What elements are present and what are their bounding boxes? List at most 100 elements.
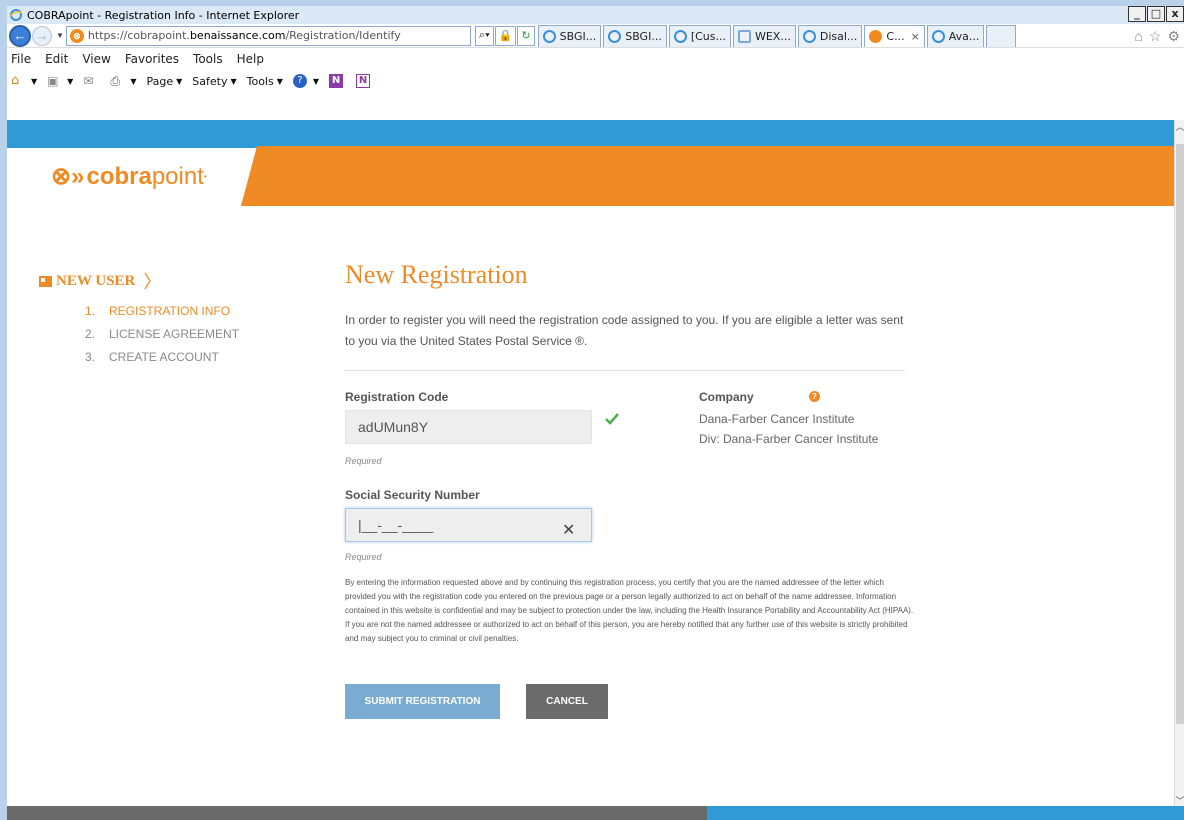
- tab-sbgi-1[interactable]: SBGI...: [537, 24, 602, 47]
- page-title: New Registration: [345, 260, 528, 289]
- refresh-icon[interactable]: ↻: [517, 25, 535, 46]
- ie-tab-icon: [931, 29, 945, 43]
- ie-tab-icon: [802, 29, 816, 43]
- clear-input-icon[interactable]: ✕: [562, 520, 575, 540]
- tab-cobrapoint[interactable]: C... ×: [864, 24, 925, 47]
- mail-icon: ✉: [83, 74, 94, 88]
- tools-menu-label: Tools: [246, 74, 274, 88]
- address-field[interactable]: ⊗ https://cobrapoint.benaissance.com/Reg…: [65, 25, 471, 46]
- company-help-icon[interactable]: ?: [809, 391, 820, 402]
- step-create-account: 3. CREATE ACCOUNT: [85, 350, 239, 373]
- help-button[interactable]: ? ▼: [292, 74, 319, 88]
- tab-label: SBGI...: [625, 29, 662, 43]
- logo-mark: ⊗»: [51, 163, 85, 190]
- tab-wex[interactable]: WEX...: [732, 24, 796, 47]
- ssn-input[interactable]: |__-__-____: [345, 508, 592, 542]
- scrollbar-thumb[interactable]: [1176, 144, 1184, 724]
- registration-code-label: Registration Code: [345, 390, 449, 404]
- chevron-right-icon: 〉: [143, 272, 162, 292]
- home-icon: ⌂: [11, 73, 20, 88]
- command-bar: ⌂ ▼ ▣ ▼ ✉ ⎙ ▼ Page ▼ Safety ▼ Tools ▼ ? ▼ N N: [7, 70, 1184, 92]
- new-tab-button[interactable]: [986, 24, 1017, 47]
- onenote-icon: N: [329, 74, 344, 88]
- menu-bar: File Edit View Favorites Tools Help: [7, 48, 1184, 70]
- step-number: 3.: [85, 350, 96, 364]
- forward-button[interactable]: →: [32, 25, 52, 46]
- gear-icon[interactable]: ⚙: [1167, 28, 1180, 45]
- back-button[interactable]: ←: [9, 24, 31, 47]
- feeds-button[interactable]: ▣ ▼: [47, 74, 73, 88]
- onenote-button[interactable]: N: [329, 74, 346, 88]
- tools-menu[interactable]: Tools ▼: [247, 75, 283, 88]
- step-number: 2.: [85, 327, 96, 341]
- step-label: LICENSE AGREEMENT: [109, 327, 240, 341]
- registration-code-hint: Required: [345, 456, 382, 466]
- company-label: Company: [699, 390, 754, 404]
- history-dropdown-icon[interactable]: ▼: [56, 31, 64, 40]
- page-content: ⊗» cobra point • NEW USER 〉 1. REGISTRATI…: [7, 92, 1184, 820]
- tab-cus[interactable]: [Cus...: [668, 24, 731, 47]
- window-controls: _ □ x: [1127, 6, 1184, 22]
- page-footer: [7, 806, 1184, 820]
- cancel-button[interactable]: CANCEL: [526, 684, 608, 719]
- tab-label: [Cus...: [690, 29, 726, 43]
- tab-sbgi-2[interactable]: SBGI...: [603, 24, 667, 47]
- step-label: REGISTRATION INFO: [109, 304, 231, 318]
- ie-tab-icon: [542, 29, 556, 43]
- safety-menu[interactable]: Safety ▼: [192, 75, 236, 88]
- safety-menu-label: Safety: [192, 74, 228, 88]
- header-orange-band-fill: [282, 146, 1184, 206]
- mail-tab-icon: [737, 29, 751, 43]
- mail-button[interactable]: ✉: [83, 74, 100, 88]
- favorites-star-icon[interactable]: ☆: [1149, 28, 1162, 45]
- checkmark-icon: [604, 412, 620, 429]
- menu-file[interactable]: File: [11, 52, 31, 66]
- home-icon[interactable]: ⌂: [1134, 28, 1142, 45]
- header-blue-bar: [7, 120, 1184, 148]
- minimize-button[interactable]: _: [1128, 6, 1146, 22]
- menu-favorites[interactable]: Favorites: [125, 52, 179, 66]
- logo-text-bold: cobra: [86, 162, 152, 190]
- lock-icon[interactable]: 🔒: [494, 25, 517, 46]
- menu-tools[interactable]: Tools: [193, 52, 223, 66]
- cobrapoint-logo[interactable]: ⊗» cobra point •: [51, 162, 207, 191]
- onenote-linked-icon: N: [356, 74, 371, 88]
- printer-icon: ⎙: [110, 74, 120, 88]
- menu-edit[interactable]: Edit: [45, 52, 68, 66]
- menu-help[interactable]: Help: [237, 52, 264, 66]
- maximize-button[interactable]: □: [1147, 6, 1165, 22]
- vertical-scrollbar[interactable]: ︿ ﹀: [1174, 120, 1184, 810]
- tab-label: C...: [886, 29, 905, 43]
- tab-label: Ava...: [948, 29, 980, 43]
- help-icon: ?: [292, 74, 307, 88]
- address-bar-row: ← → ▼ ⊗ https://cobrapoint.benaissance.c…: [7, 24, 1184, 48]
- search-icon[interactable]: ⌕▾: [474, 25, 494, 46]
- scroll-up-icon[interactable]: ︿: [1175, 120, 1184, 136]
- logo-registered-mark: •: [203, 172, 207, 181]
- close-button[interactable]: x: [1166, 6, 1184, 22]
- step-number: 1.: [85, 304, 96, 318]
- new-user-heading: NEW USER 〉: [39, 268, 161, 294]
- logo-text-light: point: [151, 162, 204, 190]
- print-button[interactable]: ⎙ ▼: [110, 74, 136, 88]
- registration-code-input[interactable]: adUMun8Y: [345, 410, 592, 444]
- page-menu-label: Page: [146, 74, 174, 88]
- tab-label: SBGI...: [559, 29, 597, 43]
- title-bar: COBRApoint - Registration Info - Interne…: [7, 6, 1184, 24]
- tab-disal[interactable]: Disal...: [797, 24, 863, 47]
- home-button[interactable]: ⌂ ▼: [11, 74, 37, 88]
- onenote-linked-button[interactable]: N: [356, 74, 373, 88]
- address-tools: ⌕▾ 🔒 ↻: [474, 25, 536, 46]
- submit-registration-button[interactable]: SUBMIT REGISTRATION: [345, 684, 500, 719]
- page-menu[interactable]: Page ▼: [146, 75, 182, 88]
- tab-label: Disal...: [819, 29, 858, 43]
- ie-icon: [9, 8, 23, 22]
- url-prefix: https://cobrapoint.: [87, 29, 190, 42]
- close-tab-icon[interactable]: ×: [911, 30, 920, 43]
- tab-ava[interactable]: Ava...: [926, 24, 985, 47]
- url-text: https://cobrapoint.benaissance.com/Regis…: [88, 29, 401, 42]
- rss-feed-icon: ▣: [47, 74, 59, 88]
- menu-view[interactable]: View: [82, 52, 110, 66]
- registration-steps: 1. REGISTRATION INFO 2. LICENSE AGREEMENT …: [85, 304, 239, 373]
- step-license-agreement: 2. LICENSE AGREEMENT: [85, 327, 239, 350]
